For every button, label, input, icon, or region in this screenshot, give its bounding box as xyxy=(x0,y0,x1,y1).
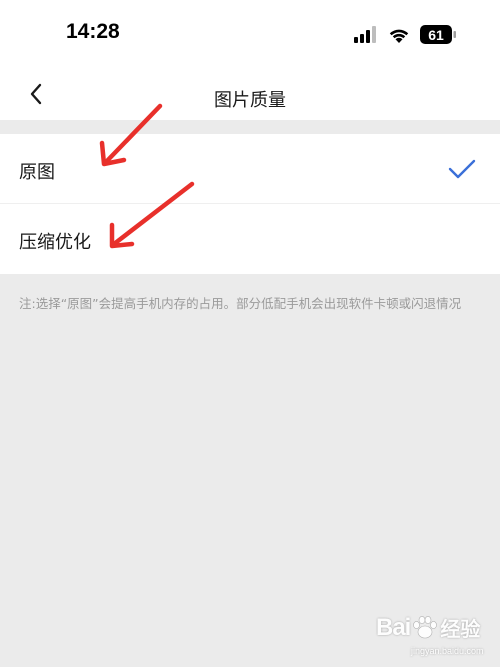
battery-level: 61 xyxy=(428,27,444,43)
paw-icon xyxy=(413,615,438,638)
page-title: 图片质量 xyxy=(214,90,286,111)
status-time: 14:28 xyxy=(66,20,120,43)
watermark-brand-cn: 经验 xyxy=(440,619,481,641)
option-original[interactable]: 原图 xyxy=(0,134,500,204)
status-icons: 61 xyxy=(354,25,456,44)
wifi-icon xyxy=(389,29,409,43)
option-label: 压缩优化 xyxy=(19,232,91,253)
watermark-logo: Bai 经验 xyxy=(376,613,480,642)
cellular-signal-icon xyxy=(354,26,376,43)
status-bar: 14:28 61 xyxy=(0,0,500,66)
option-compressed[interactable]: 压缩优化 xyxy=(0,204,500,274)
quality-options-list: 原图 压缩优化 xyxy=(0,134,500,274)
option-label: 原图 xyxy=(19,162,55,183)
nav-bar: 图片质量 xyxy=(0,66,500,120)
watermark-brand: Bai xyxy=(376,613,411,641)
battery-icon: 61 xyxy=(420,25,456,44)
checkmark-icon xyxy=(448,159,476,179)
watermark-url: jingyan.baidu.com xyxy=(411,646,484,656)
note-text: 注:选择“原图”会提高手机内存的占用。部分低配手机会出现软件卡顿或闪退情况 xyxy=(19,296,462,311)
